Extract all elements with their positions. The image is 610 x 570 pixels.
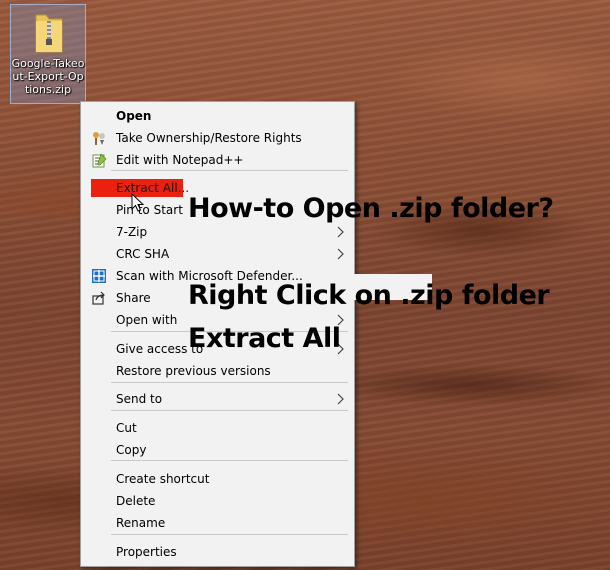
menu-item-label: Extract All... (116, 181, 190, 195)
menu-item-label: Send to (116, 392, 163, 406)
menu-item-7-zip[interactable]: 7-Zip (83, 221, 352, 243)
overlay-title: How-to Open .zip folder? (188, 193, 554, 224)
menu-item-label: 7-Zip (116, 225, 148, 239)
overlay-step-2: Extract All (188, 323, 341, 354)
menu-item-label: CRC SHA (116, 247, 170, 261)
menu-item-label: Rename (116, 516, 166, 530)
menu-item-restore-previous-versions[interactable]: Restore previous versions (83, 360, 352, 382)
share-icon (91, 290, 107, 306)
menu-item-take-ownership-restore-rights[interactable]: Take Ownership/Restore Rights (83, 127, 352, 149)
menu-item-cut[interactable]: Cut (83, 417, 352, 439)
menu-item-open[interactable]: Open (83, 105, 352, 127)
chevron-right-icon (336, 246, 346, 262)
chevron-right-icon (336, 391, 346, 407)
desktop-background: Google-Takeout-Export-Options.zip Open Ta… (0, 0, 610, 570)
defender-shield-icon (91, 268, 107, 284)
menu-item-label: Properties (116, 545, 177, 559)
menu-separator (111, 534, 348, 535)
menu-item-label: Delete (116, 494, 156, 508)
menu-item-label: Cut (116, 421, 137, 435)
menu-item-edit-with-notepad[interactable]: Edit with Notepad++ (83, 149, 352, 171)
desktop-icon-zip[interactable]: Google-Takeout-Export-Options.zip (10, 4, 86, 104)
menu-item-label: Pin to Start (116, 203, 183, 217)
menu-item-label: Restore previous versions (116, 364, 271, 378)
ownership-icon (91, 130, 107, 146)
menu-item-label: Create shortcut (116, 472, 210, 486)
menu-item-send-to[interactable]: Send to (83, 388, 352, 410)
menu-item-copy[interactable]: Copy (83, 439, 352, 461)
menu-item-delete[interactable]: Delete (83, 490, 352, 512)
menu-item-label: Edit with Notepad++ (116, 153, 244, 167)
chevron-right-icon (336, 224, 346, 240)
menu-separator (111, 410, 348, 411)
menu-item-label: Open (116, 109, 152, 123)
overlay-step-1: Right Click on .zip folder (188, 280, 550, 311)
menu-separator (111, 382, 348, 383)
menu-item-rename[interactable]: Rename (83, 512, 352, 534)
menu-item-properties[interactable]: Properties (83, 541, 352, 563)
menu-item-label: Take Ownership/Restore Rights (116, 131, 302, 145)
menu-item-crc-sha[interactable]: CRC SHA (83, 243, 352, 265)
menu-item-label: Copy (116, 443, 147, 457)
menu-item-create-shortcut[interactable]: Create shortcut (83, 468, 352, 490)
menu-item-label: Share (116, 291, 151, 305)
mouse-cursor-icon (131, 193, 145, 212)
menu-item-label: Open with (116, 313, 178, 327)
notepad-plus-plus-icon (91, 152, 107, 168)
desktop-icon-label: Google-Takeout-Export-Options.zip (11, 57, 85, 96)
zip-folder-icon (35, 14, 63, 53)
